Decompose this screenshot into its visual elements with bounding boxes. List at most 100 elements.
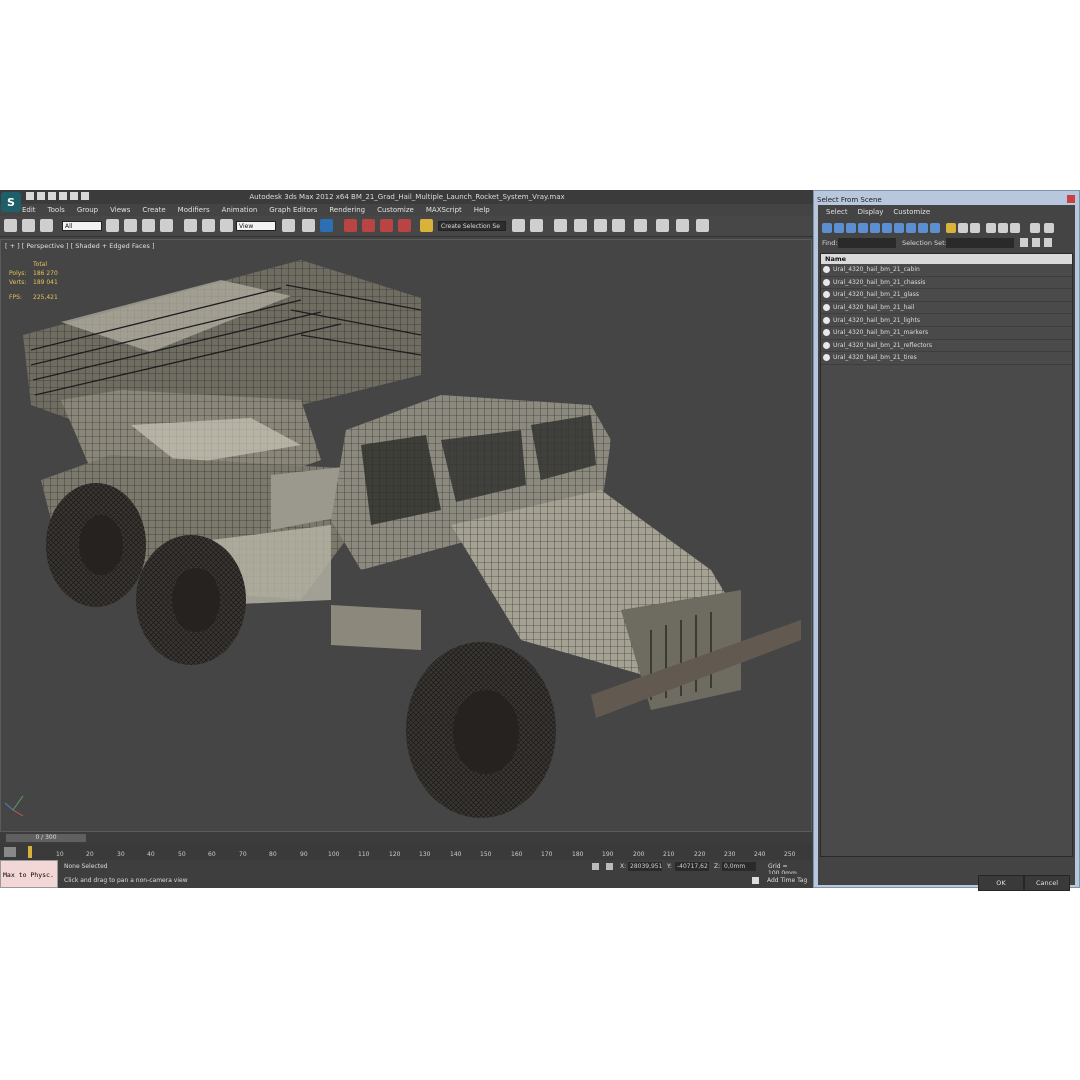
menu-group[interactable]: Group: [77, 206, 98, 216]
create-set-icon[interactable]: [1020, 238, 1028, 247]
pivot-center-icon[interactable]: [282, 219, 295, 232]
display-space-warps-icon[interactable]: [882, 223, 892, 233]
open-file-icon[interactable]: [37, 192, 45, 200]
render-production-icon[interactable]: [696, 219, 709, 232]
bind-space-warp-icon[interactable]: [40, 219, 53, 232]
app-logo-icon[interactable]: S: [1, 192, 21, 212]
new-file-icon[interactable]: [26, 192, 34, 200]
list-item[interactable]: Ural_4320_hail_bm_21_glass: [821, 289, 1072, 302]
dialog-menu-display[interactable]: Display: [858, 208, 884, 216]
ok-button[interactable]: OK: [978, 875, 1024, 891]
y-coordinate-field[interactable]: -40717,62: [675, 862, 709, 871]
x-coordinate-field[interactable]: 28039,951: [628, 862, 662, 871]
rendered-frame-window-icon[interactable]: [676, 219, 689, 232]
angle-snap-icon[interactable]: [362, 219, 375, 232]
select-all-icon[interactable]: [946, 223, 956, 233]
add-to-set-icon[interactable]: [1032, 238, 1040, 247]
rectangular-selection-icon[interactable]: [142, 219, 155, 232]
time-slider[interactable]: 0 / 300: [6, 834, 86, 842]
remove-from-set-icon[interactable]: [1044, 238, 1052, 247]
select-none-icon[interactable]: [958, 223, 968, 233]
list-item[interactable]: Ural_4320_hail_bm_21_reflectors: [821, 340, 1072, 353]
unlink-icon[interactable]: [22, 219, 35, 232]
mini-curve-editor-icon[interactable]: [4, 847, 16, 857]
percent-snap-icon[interactable]: [380, 219, 393, 232]
selection-filter-dropdown[interactable]: All: [62, 221, 102, 231]
schematic-view-icon[interactable]: [612, 219, 625, 232]
menu-maxscript[interactable]: MAXScript: [426, 206, 462, 216]
menu-tools[interactable]: Tools: [48, 206, 65, 216]
render-setup-icon[interactable]: [656, 219, 669, 232]
project-folder-icon[interactable]: [81, 192, 89, 200]
move-icon[interactable]: [184, 219, 197, 232]
material-editor-icon[interactable]: [634, 219, 647, 232]
menu-customize[interactable]: Customize: [377, 206, 414, 216]
snaps-toggle-icon[interactable]: [344, 219, 357, 232]
edit-named-selection-icon[interactable]: [420, 219, 433, 232]
layer-manager-icon[interactable]: [554, 219, 567, 232]
close-icon[interactable]: [1067, 195, 1075, 203]
display-groups-icon[interactable]: [894, 223, 904, 233]
curve-editor-icon[interactable]: [594, 219, 607, 232]
cancel-button[interactable]: Cancel: [1024, 875, 1070, 891]
display-children-icon[interactable]: [986, 223, 996, 233]
perspective-viewport[interactable]: [ + ] [ Perspective ] [ Shaded + Edged F…: [0, 239, 812, 832]
filter-options-icon[interactable]: [1044, 223, 1054, 233]
select-by-name-icon[interactable]: [124, 219, 137, 232]
list-header-name[interactable]: Name: [821, 254, 1072, 264]
transform-mode-icon[interactable]: [606, 863, 613, 870]
scale-icon[interactable]: [220, 219, 233, 232]
select-link-icon[interactable]: [4, 219, 17, 232]
display-shapes-icon[interactable]: [834, 223, 844, 233]
reference-coordinate-dropdown[interactable]: View: [236, 221, 276, 231]
rotate-icon[interactable]: [202, 219, 215, 232]
spinner-snap-icon[interactable]: [398, 219, 411, 232]
display-helpers-icon[interactable]: [870, 223, 880, 233]
redo-icon[interactable]: [70, 192, 78, 200]
menu-modifiers[interactable]: Modifiers: [178, 206, 210, 216]
display-dependents-icon[interactable]: [1010, 223, 1020, 233]
display-bones-icon[interactable]: [918, 223, 928, 233]
menu-rendering[interactable]: Rendering: [329, 206, 365, 216]
mirror-icon[interactable]: [512, 219, 525, 232]
undo-icon[interactable]: [59, 192, 67, 200]
menu-animation[interactable]: Animation: [222, 206, 258, 216]
list-item[interactable]: Ural_4320_hail_bm_21_cabin: [821, 264, 1072, 277]
selection-set-dropdown[interactable]: [946, 238, 1014, 248]
display-containers-icon[interactable]: [930, 223, 940, 233]
window-crossing-icon[interactable]: [160, 219, 173, 232]
save-file-icon[interactable]: [48, 192, 56, 200]
lock-selection-icon[interactable]: [592, 863, 599, 870]
menu-help[interactable]: Help: [474, 206, 490, 216]
find-input[interactable]: [838, 238, 896, 248]
list-item[interactable]: Ural_4320_hail_bm_21_tires: [821, 352, 1072, 365]
graphite-toggle-icon[interactable]: [574, 219, 587, 232]
list-item[interactable]: Ural_4320_hail_bm_21_hail: [821, 302, 1072, 315]
select-object-icon[interactable]: [106, 219, 119, 232]
display-lights-icon[interactable]: [846, 223, 856, 233]
list-item[interactable]: Ural_4320_hail_bm_21_markers: [821, 327, 1072, 340]
list-item[interactable]: Ural_4320_hail_bm_21_lights: [821, 314, 1072, 327]
maxscript-listener[interactable]: Max to Physc.: [0, 860, 58, 888]
track-bar[interactable]: 10 20 30 40 50 60 70 80 90 100 110 120 1…: [0, 844, 812, 860]
z-coordinate-field[interactable]: 0,0mm: [722, 862, 756, 871]
menu-graph-editors[interactable]: Graph Editors: [269, 206, 317, 216]
add-time-tag[interactable]: Add Time Tag: [767, 877, 807, 884]
menu-create[interactable]: Create: [142, 206, 165, 216]
display-geometry-icon[interactable]: [822, 223, 832, 233]
filter-icon[interactable]: [1030, 223, 1040, 233]
select-invert-icon[interactable]: [970, 223, 980, 233]
select-manipulate-icon[interactable]: [302, 219, 315, 232]
dialog-menu-customize[interactable]: Customize: [893, 208, 930, 216]
named-selection-set-dropdown[interactable]: Create Selection Se: [438, 221, 506, 231]
display-xrefs-icon[interactable]: [906, 223, 916, 233]
menu-edit[interactable]: Edit: [22, 206, 36, 216]
menu-views[interactable]: Views: [110, 206, 130, 216]
list-item[interactable]: Ural_4320_hail_bm_21_chassis: [821, 277, 1072, 290]
display-influences-icon[interactable]: [998, 223, 1008, 233]
time-tag-icon[interactable]: [752, 877, 759, 884]
display-cameras-icon[interactable]: [858, 223, 868, 233]
keyboard-shortcut-override-icon[interactable]: [320, 219, 333, 232]
dialog-menu-select[interactable]: Select: [826, 208, 848, 216]
align-icon[interactable]: [530, 219, 543, 232]
